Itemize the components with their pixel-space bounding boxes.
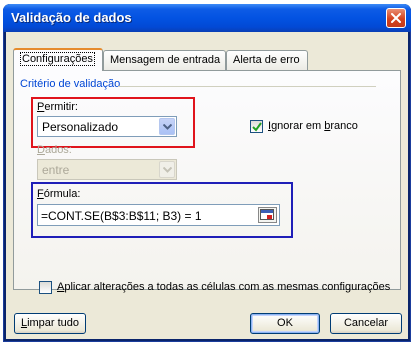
tab-label: Alerta de erro xyxy=(233,54,300,66)
group-title: Critério de validação xyxy=(20,78,121,90)
dialog-window: Validação de dados Configurações Mensage… xyxy=(3,4,411,342)
permitir-select[interactable]: Personalizado xyxy=(37,116,177,137)
ignorar-em-branco-label[interactable]: Ignorar em branco xyxy=(268,120,358,132)
permitir-value: Personalizado xyxy=(42,120,119,134)
dialog-body: Configurações Mensagem de entrada Alerta… xyxy=(6,32,408,339)
formula-label: Fórmula: xyxy=(37,188,81,200)
range-select-icon xyxy=(260,209,274,220)
dados-value: entre xyxy=(42,163,70,177)
formula-input[interactable]: =CONT.SE(B$3:B$11; B3) = 1 xyxy=(37,204,280,226)
dropdown-arrow-icon[interactable] xyxy=(159,118,175,135)
aplicar-alteracoes-checkbox[interactable] xyxy=(39,281,52,294)
tab-mensagem-de-entrada[interactable]: Mensagem de entrada xyxy=(103,50,226,70)
dados-select: entre xyxy=(37,159,177,180)
ignorar-em-branco-checkbox[interactable] xyxy=(250,120,263,133)
dados-label: Dados: xyxy=(37,144,72,156)
collapse-dialog-button[interactable] xyxy=(258,207,277,223)
ok-button[interactable]: OK xyxy=(250,313,320,334)
limpar-tudo-button[interactable]: Limpar tudo xyxy=(14,313,86,334)
close-button[interactable] xyxy=(386,8,406,28)
tab-configuracoes[interactable]: Configurações xyxy=(13,48,103,71)
formula-value: =CONT.SE(B$3:B$11; B3) = 1 xyxy=(41,209,202,223)
permitir-label: Permitir: xyxy=(37,101,78,113)
tab-label: Mensagem de entrada xyxy=(110,54,221,66)
tab-alerta-de-erro[interactable]: Alerta de erro xyxy=(226,50,308,70)
close-icon xyxy=(391,13,401,23)
tab-label: Configurações xyxy=(20,52,95,66)
aplicar-alteracoes-label[interactable]: Aplicar alterações a todas as células co… xyxy=(57,281,390,293)
cancel-button[interactable]: Cancelar xyxy=(330,313,402,334)
dropdown-arrow-icon xyxy=(159,161,175,178)
window-title: Validação de dados xyxy=(11,10,132,25)
title-bar[interactable]: Validação de dados xyxy=(3,4,411,32)
checkmark-icon xyxy=(252,122,262,132)
group-divider xyxy=(118,86,376,87)
